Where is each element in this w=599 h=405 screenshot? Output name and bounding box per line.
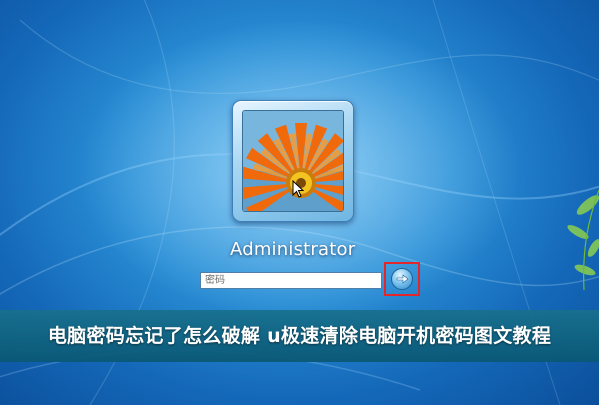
windows7-logon-screen: Administrator 电脑密码忘记了怎么破解 u极速清除电脑开机密码图文教… (0, 0, 599, 405)
password-field[interactable] (200, 272, 382, 289)
article-title-banner: 电脑密码忘记了怎么破解 u极速清除电脑开机密码图文教程 (0, 310, 599, 362)
username-label: Administrator (230, 239, 356, 260)
submit-arrow-button[interactable] (391, 268, 413, 290)
banner-title: 电脑密码忘记了怎么破解 u极速清除电脑开机密码图文教程 (47, 325, 552, 347)
user-picture-frame[interactable] (232, 100, 354, 222)
right-arrow-icon (396, 274, 409, 284)
submit-highlight-box (384, 262, 420, 296)
mouse-pointer-icon (292, 180, 304, 198)
